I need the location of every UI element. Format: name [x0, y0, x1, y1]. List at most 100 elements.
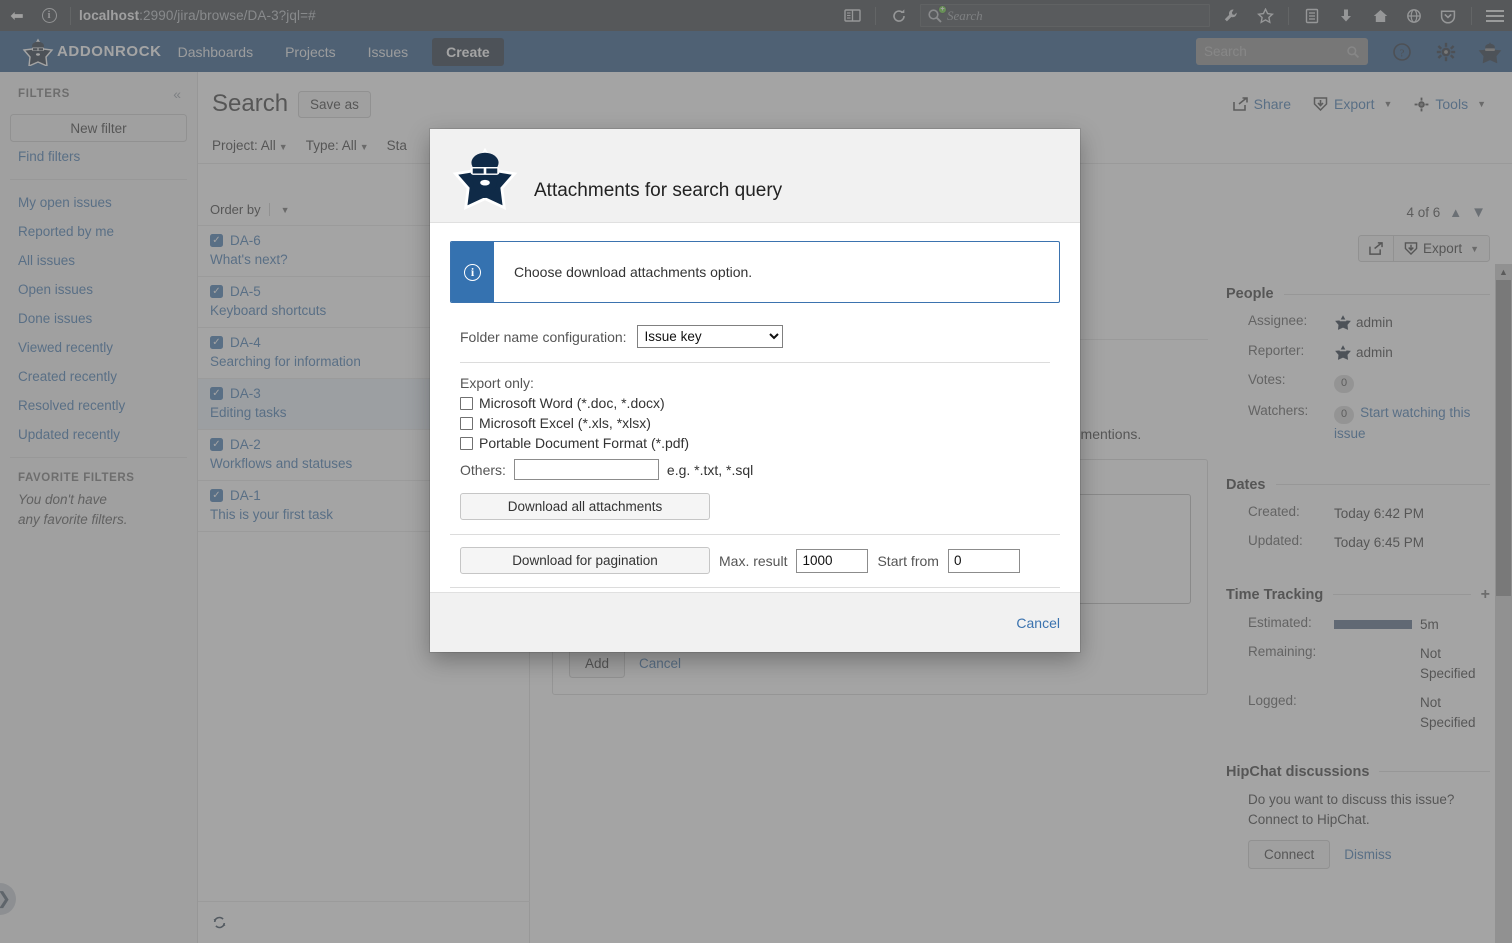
- help-icon[interactable]: ?: [1380, 31, 1424, 72]
- create-button[interactable]: Create: [432, 37, 504, 66]
- issue-key[interactable]: DA-5: [230, 284, 261, 299]
- issue-checkbox[interactable]: ✓: [210, 438, 223, 451]
- issue-checkbox[interactable]: ✓: [210, 387, 223, 400]
- checkbox-row-excel[interactable]: Microsoft Excel (*.xls, *xlsx): [460, 413, 1060, 433]
- hipchat-connect-button[interactable]: Connect: [1248, 840, 1331, 869]
- share-button[interactable]: Share: [1232, 96, 1291, 112]
- tools-button[interactable]: Tools ▼: [1414, 96, 1486, 112]
- start-from-input[interactable]: [947, 548, 1020, 573]
- checkbox-row-pdf[interactable]: Portable Document Format (*.pdf): [460, 433, 1060, 453]
- reporter-value[interactable]: admin: [1334, 343, 1490, 363]
- sidebar-item-my-open-issues[interactable]: My open issues: [0, 188, 197, 217]
- issue-key[interactable]: DA-1: [230, 488, 261, 503]
- save-as-button[interactable]: Save as: [298, 90, 371, 118]
- sidebar-expander-button[interactable]: ❯: [0, 883, 16, 915]
- issue-key[interactable]: DA-2: [230, 437, 261, 452]
- gear-icon[interactable]: [1424, 31, 1468, 72]
- share-issue-button[interactable]: [1359, 236, 1394, 261]
- scrollbar-thumb[interactable]: [1496, 280, 1511, 596]
- reload-icon[interactable]: [882, 0, 916, 31]
- assignee-value[interactable]: admin: [1334, 313, 1490, 333]
- home-icon[interactable]: [1363, 0, 1397, 31]
- star-icon[interactable]: [1248, 0, 1282, 31]
- export-only-label: Export only:: [460, 375, 534, 391]
- nav-dashboards[interactable]: Dashboards: [162, 31, 270, 72]
- hipchat-module-header: HipChat discussions: [1226, 738, 1490, 786]
- sidebar-item-done-issues[interactable]: Done issues: [0, 304, 197, 333]
- download-all-attachments-button[interactable]: Download all attachments: [460, 493, 710, 520]
- start-watching-link[interactable]: Start watching this issue: [1334, 405, 1470, 441]
- reading-list-icon[interactable]: [1295, 0, 1329, 31]
- max-result-input[interactable]: [796, 548, 869, 573]
- issue-key[interactable]: DA-4: [230, 335, 261, 350]
- issue-checkbox[interactable]: ✓: [210, 336, 223, 349]
- remaining-value: Not Specified: [1420, 646, 1476, 681]
- sidebar-item-created-recently[interactable]: Created recently: [0, 362, 197, 391]
- hipchat-dismiss-link[interactable]: Dismiss: [1344, 847, 1391, 862]
- sidebar-item-find-filters[interactable]: Find filters: [0, 142, 197, 171]
- export-button[interactable]: Export ▼: [1313, 96, 1392, 112]
- url-bar[interactable]: localhost:2990/jira/browse/DA-3?jql=#: [77, 0, 835, 31]
- scroll-up-arrow[interactable]: ▲: [1495, 264, 1512, 280]
- browser-toolbar: ⬅ i localhost:2990/jira/browse/DA-3?jql=…: [0, 0, 1512, 31]
- word-checkbox[interactable]: [460, 396, 473, 410]
- filter-project[interactable]: Project: All ▼: [212, 138, 288, 153]
- browser-search-placeholder: Search: [947, 7, 983, 23]
- page-info-icon[interactable]: i: [34, 0, 64, 31]
- issue-key[interactable]: DA-3: [230, 386, 261, 401]
- folder-config-select[interactable]: Issue key: [636, 325, 783, 348]
- list-footer: [198, 901, 530, 943]
- sidebar-item-reported-by-me[interactable]: Reported by me: [0, 217, 197, 246]
- filter-type[interactable]: Type: All ▼: [306, 138, 369, 153]
- dialog-cancel-link[interactable]: Cancel: [1016, 615, 1060, 631]
- triangle-up-icon[interactable]: ▲: [1449, 205, 1462, 220]
- globe-icon[interactable]: [1397, 0, 1431, 31]
- plus-icon[interactable]: +: [1481, 586, 1490, 604]
- add-comment-button[interactable]: Add: [569, 648, 626, 678]
- pager-label: 4 of 6: [1406, 205, 1441, 220]
- estimated-label: Estimated:: [1248, 614, 1312, 630]
- chevron-down-icon: ▼: [1477, 99, 1486, 109]
- product-logo[interactable]: ADDONROCK: [0, 38, 162, 66]
- hamburger-menu-icon[interactable]: [1478, 0, 1512, 31]
- vertical-scrollbar[interactable]: ▲ ▼: [1495, 264, 1512, 943]
- browser-search-input[interactable]: + Search: [920, 4, 1210, 27]
- sidebar-item-all-issues[interactable]: All issues: [0, 246, 197, 275]
- issue-key[interactable]: DA-6: [230, 233, 261, 248]
- issue-checkbox[interactable]: ✓: [210, 234, 223, 247]
- user-avatar-icon[interactable]: [1468, 31, 1512, 72]
- jira-search-input[interactable]: Search: [1196, 38, 1368, 65]
- filter-status[interactable]: Sta: [387, 138, 407, 153]
- download-icon[interactable]: [1329, 0, 1363, 31]
- chevron-down-icon: ▼: [1470, 243, 1479, 254]
- nav-projects[interactable]: Projects: [269, 31, 352, 72]
- triangle-down-icon[interactable]: ▼: [1471, 204, 1486, 221]
- reader-mode-icon[interactable]: [835, 0, 869, 31]
- sidebar-item-viewed-recently[interactable]: Viewed recently: [0, 333, 197, 362]
- cancel-comment-link[interactable]: Cancel: [639, 656, 681, 671]
- back-arrow-icon[interactable]: ⬅: [0, 0, 34, 31]
- download-for-pagination-button[interactable]: Download for pagination: [460, 547, 710, 574]
- chevron-down-icon: ▼: [1383, 99, 1393, 109]
- issue-checkbox[interactable]: ✓: [210, 489, 223, 502]
- sidebar-item-updated-recently[interactable]: Updated recently: [0, 420, 197, 449]
- issue-checkbox[interactable]: ✓: [210, 285, 223, 298]
- refresh-icon[interactable]: [212, 915, 227, 930]
- excel-checkbox[interactable]: [460, 416, 473, 430]
- pdf-checkbox[interactable]: [460, 436, 473, 450]
- excel-label: Microsoft Excel (*.xls, *xlsx): [479, 415, 651, 431]
- dates-module-header: Dates: [1226, 449, 1490, 499]
- chevron-double-left-icon[interactable]: «: [173, 86, 181, 102]
- nav-issues[interactable]: Issues: [352, 31, 424, 72]
- jira-top-nav: ADDONROCK Dashboards Projects Issues Cre…: [0, 31, 1512, 72]
- pocket-icon[interactable]: [1431, 0, 1465, 31]
- others-input[interactable]: [513, 459, 659, 480]
- sidebar-item-open-issues[interactable]: Open issues: [0, 275, 197, 304]
- checkbox-row-word[interactable]: Microsoft Word (*.doc, *.docx): [460, 393, 1060, 413]
- wrench-icon[interactable]: [1214, 0, 1248, 31]
- export-issue-button[interactable]: Export ▼: [1393, 236, 1489, 261]
- sidebar-item-resolved-recently[interactable]: Resolved recently: [0, 391, 197, 420]
- assignee-label: Assignee:: [1248, 313, 1308, 328]
- divider: [450, 587, 1060, 588]
- new-filter-button[interactable]: New filter: [10, 114, 187, 142]
